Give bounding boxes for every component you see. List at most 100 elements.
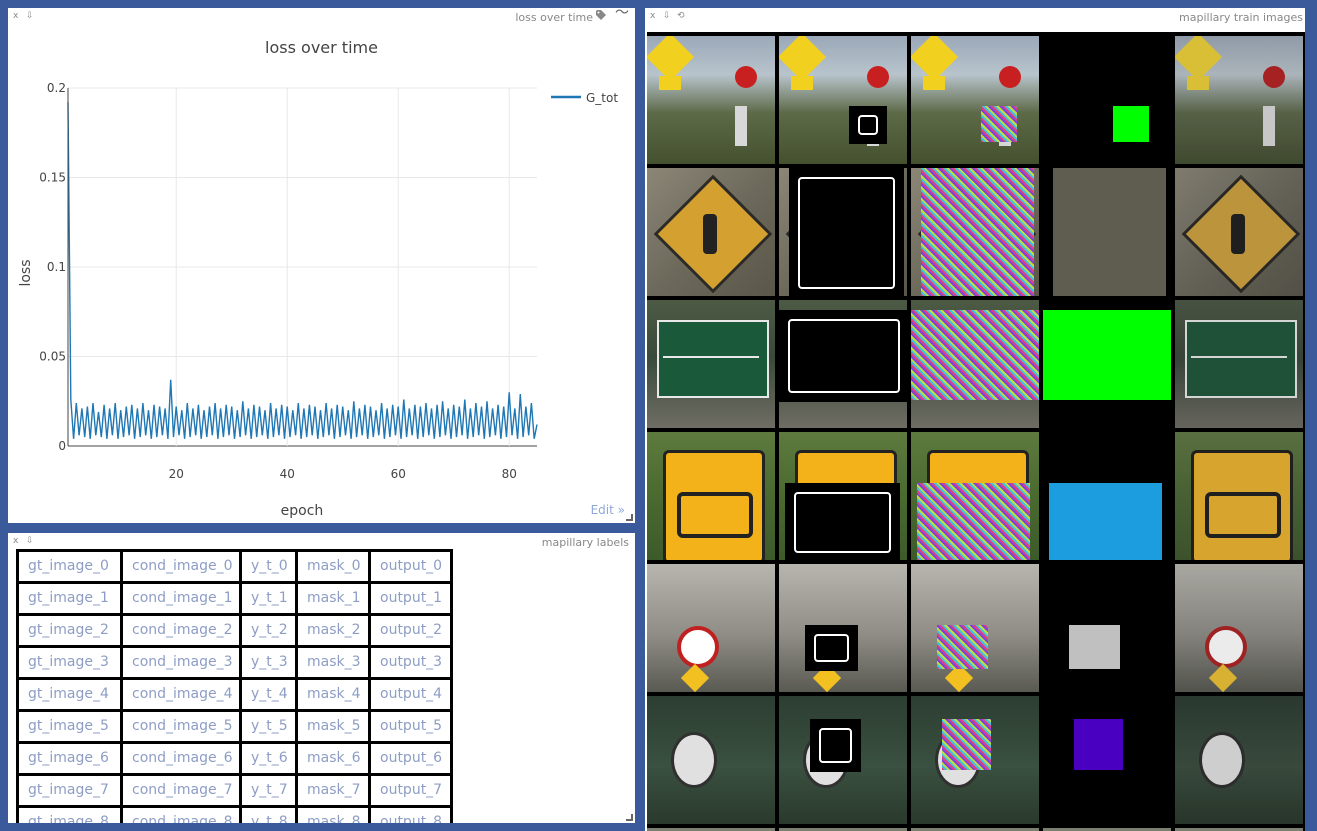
label-cell: gt_image_6: [19, 744, 120, 773]
cond-image-tile: [779, 564, 907, 692]
label-cell: mask_2: [298, 616, 368, 645]
cond-image-tile: [779, 300, 907, 428]
label-cell: output_2: [371, 616, 450, 645]
label-cell: cond_image_7: [123, 776, 239, 805]
output-image-tile: [1175, 36, 1303, 164]
label-cell: cond_image_1: [123, 584, 239, 613]
output-image-tile: [1175, 300, 1303, 428]
gt-image-tile: [647, 432, 775, 560]
label-cell: gt_image_0: [19, 552, 120, 581]
y-t-image-tile: [911, 36, 1039, 164]
label-row: gt_image_1 cond_image_1 y_t_1 mask_1 output_…: [19, 584, 453, 613]
gt-image-tile: [647, 36, 775, 164]
output-image-tile: [1175, 564, 1303, 692]
label-cell: mask_7: [298, 776, 368, 805]
label-cell: y_t_5: [242, 712, 295, 741]
label-cell: gt_image_2: [19, 616, 120, 645]
label-cell: y_t_1: [242, 584, 295, 613]
label-cell: mask_4: [298, 680, 368, 709]
label-cell: cond_image_3: [123, 648, 239, 677]
label-table: gt_image_0 cond_image_0 y_t_0 mask_0 output_…: [16, 549, 453, 823]
label-row: gt_image_0 cond_image_0 y_t_0 mask_0 output_…: [19, 552, 453, 581]
cond-image-tile: [779, 696, 907, 824]
y-tick-label: 0.15: [39, 171, 66, 185]
label-cell: output_8: [371, 808, 450, 823]
pane-toolbar: x ⇩ ⟲ mapillary train images: [645, 8, 1305, 26]
label-cell: y_t_7: [242, 776, 295, 805]
loss-chart-pane: x ⇩ loss over time 〜 loss over time 0 0.0…: [8, 8, 635, 523]
label-cell: mask_6: [298, 744, 368, 773]
resize-handle[interactable]: [626, 514, 633, 521]
output-image-tile: [1175, 432, 1303, 560]
label-cell: cond_image_6: [123, 744, 239, 773]
label-row: gt_image_5 cond_image_5 y_t_5 mask_5 output_…: [19, 712, 453, 741]
edit-chart-link[interactable]: Edit »: [591, 503, 625, 517]
label-row: gt_image_2 cond_image_2 y_t_2 mask_2 output_…: [19, 616, 453, 645]
label-cell: output_7: [371, 776, 450, 805]
label-cell: gt_image_7: [19, 776, 120, 805]
cond-image-tile: [779, 168, 907, 296]
y-t-image-tile: [911, 300, 1039, 428]
y-tick-label: 0.1: [47, 260, 66, 274]
chart-legend[interactable]: G_tot: [551, 91, 618, 105]
label-row: gt_image_7 cond_image_7 y_t_7 mask_7 output_…: [19, 776, 453, 805]
mask-image-tile: [1043, 36, 1171, 164]
mask-image-tile: [1043, 564, 1171, 692]
gt-image-tile: [647, 300, 775, 428]
label-cell: cond_image_8: [123, 808, 239, 823]
output-image-tile: [1175, 696, 1303, 824]
output-image-tile: [1175, 168, 1303, 296]
label-cell: mask_3: [298, 648, 368, 677]
label-cell: cond_image_2: [123, 616, 239, 645]
label-cell: y_t_8: [242, 808, 295, 823]
label-row: gt_image_3 cond_image_3 y_t_3 mask_3 output_…: [19, 648, 453, 677]
download-icon[interactable]: ⇩: [663, 11, 671, 21]
label-cell: output_0: [371, 552, 450, 581]
pane-title: mapillary train images: [1179, 11, 1303, 24]
gt-image-tile: [647, 168, 775, 296]
label-cell: output_1: [371, 584, 450, 613]
label-cell: y_t_4: [242, 680, 295, 709]
mask-image-tile: [1043, 432, 1171, 560]
close-icon[interactable]: x: [13, 536, 18, 546]
loss-chart: 0 0.05 0.1 0.15 0.2 20 40 60 80 epoch loss G_tot: [18, 81, 618, 519]
label-cell: gt_image_8: [19, 808, 120, 823]
image-grid: [647, 32, 1305, 831]
label-cell: cond_image_5: [123, 712, 239, 741]
label-cell: cond_image_0: [123, 552, 239, 581]
label-cell: y_t_0: [242, 552, 295, 581]
label-row: gt_image_4 cond_image_4 y_t_4 mask_4 output_…: [19, 680, 453, 709]
mapillary-train-images-pane: x ⇩ ⟲ mapillary train images: [645, 8, 1305, 831]
mapillary-labels-pane: x ⇩ mapillary labels gt_image_0 cond_imag…: [8, 533, 635, 823]
label-cell: gt_image_3: [19, 648, 120, 677]
cond-image-tile: [779, 36, 907, 164]
x-tick-label: 60: [391, 467, 406, 481]
x-tick-label: 80: [502, 467, 517, 481]
mask-image-tile: [1043, 300, 1171, 428]
reset-icon[interactable]: ⟲: [677, 11, 685, 21]
y-t-image-tile: [911, 168, 1039, 296]
series-line-G_tot: [67, 102, 538, 439]
label-cell: cond_image_4: [123, 680, 239, 709]
pane-title: mapillary labels: [541, 536, 629, 549]
download-icon[interactable]: ⇩: [26, 536, 34, 546]
label-cell: gt_image_1: [19, 584, 120, 613]
label-row: gt_image_8 cond_image_8 y_t_8 mask_8 output_…: [19, 808, 453, 823]
label-cell: y_t_2: [242, 616, 295, 645]
y-tick-label: 0.2: [47, 81, 66, 95]
label-cell: mask_8: [298, 808, 368, 823]
cond-image-tile: [779, 432, 907, 560]
y-tick-label: 0: [58, 439, 66, 453]
label-row: gt_image_6 cond_image_6 y_t_6 mask_6 output_…: [19, 744, 453, 773]
label-cell: output_3: [371, 648, 450, 677]
label-cell: y_t_6: [242, 744, 295, 773]
label-cell: gt_image_5: [19, 712, 120, 741]
label-cell: mask_1: [298, 584, 368, 613]
x-axis-label: epoch: [281, 503, 324, 519]
resize-handle[interactable]: [626, 814, 633, 821]
y-t-image-tile: [911, 564, 1039, 692]
label-cell: output_6: [371, 744, 450, 773]
x-tick-label: 20: [169, 467, 184, 481]
close-icon[interactable]: x: [650, 11, 655, 21]
y-axis-label: loss: [18, 259, 34, 286]
